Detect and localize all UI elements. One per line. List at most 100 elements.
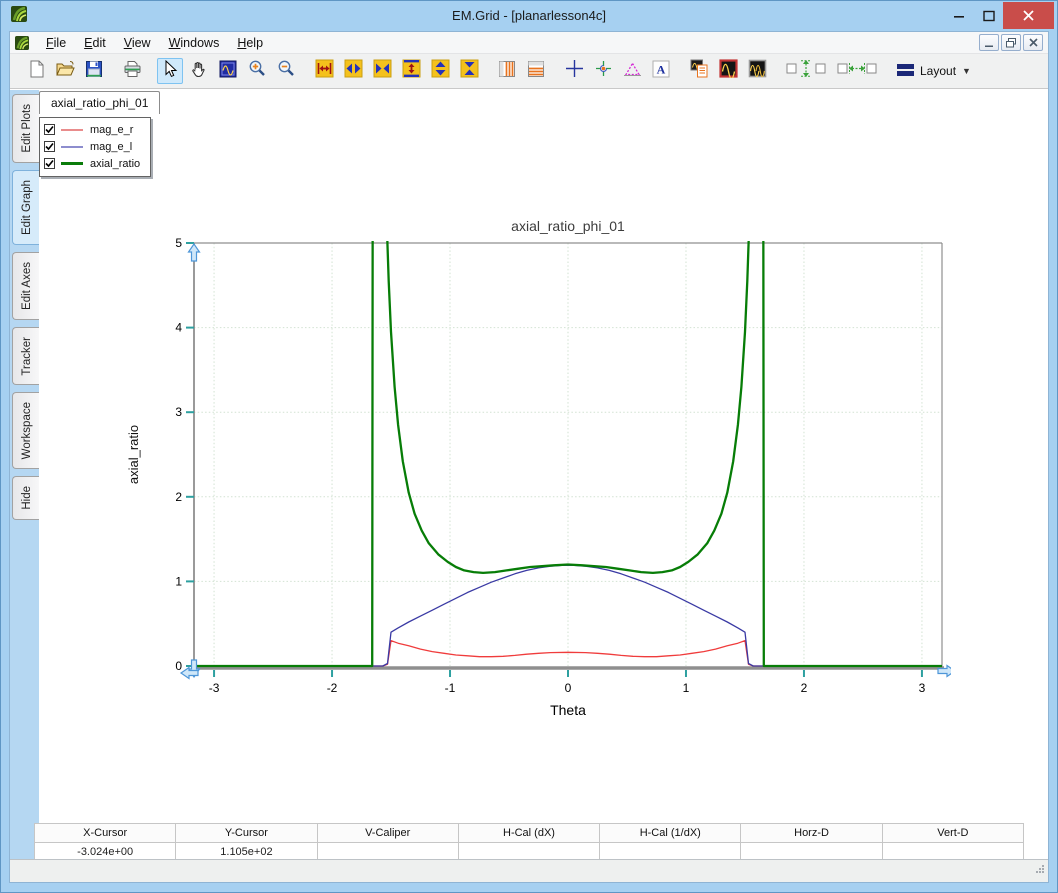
chevron-down-icon: ▼ xyxy=(962,66,971,76)
x-tick-label: -3 xyxy=(209,681,220,695)
menu-help[interactable]: Help xyxy=(228,34,272,52)
legend-label: axial_ratio xyxy=(90,158,140,170)
menu-windows[interactable]: Windows xyxy=(160,34,229,52)
status-col-v-caliper: V-Caliper xyxy=(317,824,458,843)
menu-edit[interactable]: Edit xyxy=(75,34,115,52)
y-axis-scroll-up-handle[interactable] xyxy=(189,244,200,261)
legend-checkbox-axial-ratio[interactable] xyxy=(44,158,55,169)
y-tick-label: 1 xyxy=(175,574,182,588)
open-file-button[interactable] xyxy=(52,58,78,84)
fit-plot-button[interactable] xyxy=(215,58,241,84)
tracker-point-button[interactable] xyxy=(590,58,616,84)
text-annotation-button[interactable]: A xyxy=(648,58,674,84)
x-tick-label: 3 xyxy=(919,681,926,695)
status-value-h-cal-dx- xyxy=(458,843,599,860)
toolbar: A Layout ▼ xyxy=(10,54,1048,89)
x-axis-label: Theta xyxy=(550,702,586,718)
crosshair-button[interactable] xyxy=(561,58,587,84)
chart-title: axial_ratio_phi_01 xyxy=(511,218,625,234)
client-area: FileEditViewWindowsHelp A Layout ▼ Edit … xyxy=(9,31,1049,883)
x-expand-button[interactable] xyxy=(311,58,337,84)
legend-row-axial-ratio: axial_ratio xyxy=(44,155,140,172)
h-spacing-button[interactable] xyxy=(833,58,881,84)
mdi-close-button[interactable] xyxy=(1023,34,1043,51)
x-zoom-out-button[interactable] xyxy=(340,58,366,84)
toolbar-groups: A xyxy=(23,58,893,84)
mdi-restore-button[interactable] xyxy=(1001,34,1021,51)
v-spacing-icon xyxy=(785,59,827,83)
plot-overlay-button[interactable] xyxy=(744,58,770,84)
document-tab[interactable]: axial_ratio_phi_01 xyxy=(39,91,160,114)
y-tick-label: 4 xyxy=(175,321,182,335)
x-tick-label: -2 xyxy=(327,681,338,695)
pan-tool-button[interactable] xyxy=(186,58,212,84)
save-file-button[interactable] xyxy=(81,58,107,84)
menu-file[interactable]: File xyxy=(37,34,75,52)
plot-single-icon xyxy=(719,59,738,83)
open-file-icon xyxy=(55,60,75,83)
sidebar-tab-edit-plots[interactable]: Edit Plots xyxy=(12,94,39,163)
x-expand-icon xyxy=(315,59,334,83)
row-stripes-icon xyxy=(527,60,545,83)
status-value-v-caliper xyxy=(317,843,458,860)
fit-plot-icon xyxy=(219,60,237,83)
x-tick-label: -1 xyxy=(445,681,456,695)
legend-checkbox-mag-e-l[interactable] xyxy=(44,141,55,152)
h-spacing-icon xyxy=(836,59,878,83)
plot-single-button[interactable] xyxy=(715,58,741,84)
new-file-button[interactable] xyxy=(23,58,49,84)
status-value-row: -3.024e+001.105e+02 xyxy=(35,843,1024,860)
x-tick-label: 0 xyxy=(565,681,572,695)
print-icon xyxy=(123,60,142,83)
menubar: FileEditViewWindowsHelp xyxy=(10,32,1048,54)
delta-marker-button[interactable] xyxy=(619,58,645,84)
mdi-minimize-button[interactable] xyxy=(979,34,999,51)
resize-grip[interactable] xyxy=(1035,861,1045,879)
print-button[interactable] xyxy=(119,58,145,84)
maximize-button[interactable] xyxy=(975,1,1003,30)
x-zoom-in-button[interactable] xyxy=(369,58,395,84)
select-tool-button[interactable] xyxy=(157,58,183,84)
legend-swatch xyxy=(61,129,83,131)
row-stripes-button[interactable] xyxy=(523,58,549,84)
sidebar-tab-workspace[interactable]: Workspace xyxy=(12,392,39,469)
status-header-row: X-CursorY-CursorV-CaliperH-Cal (dX)H-Cal… xyxy=(35,824,1024,843)
status-col-vert-d: Vert-D xyxy=(882,824,1023,843)
status-value-horz-d xyxy=(741,843,882,860)
sidebar-tab-edit-graph[interactable]: Edit Graph xyxy=(12,170,39,245)
y-tick-label: 2 xyxy=(175,490,182,504)
sidebar-tab-label: Workspace xyxy=(21,402,33,459)
y-zoom-out-button[interactable] xyxy=(427,58,453,84)
status-col-y-cursor: Y-Cursor xyxy=(176,824,317,843)
document-logo-icon xyxy=(15,36,29,50)
sidebar-tab-label: Tracker xyxy=(21,337,33,376)
app-window: EM.Grid - [planarlesson4c] FileEditViewW… xyxy=(0,0,1058,893)
x-tick-label: 2 xyxy=(801,681,808,695)
save-file-icon xyxy=(85,60,103,83)
y-tick-label: 5 xyxy=(175,236,182,250)
sidebar-tab-tracker[interactable]: Tracker xyxy=(12,327,39,386)
delta-marker-icon xyxy=(623,60,642,83)
column-stripes-button[interactable] xyxy=(494,58,520,84)
y-zoom-in-button[interactable] xyxy=(456,58,482,84)
zoom-in-button[interactable] xyxy=(244,58,270,84)
layout-dropdown[interactable]: Layout ▼ xyxy=(897,63,971,80)
y-expand-button[interactable] xyxy=(398,58,424,84)
statusbar xyxy=(10,859,1048,882)
layout-label: Layout xyxy=(920,64,956,78)
x-zoom-out-icon xyxy=(344,59,363,83)
minimize-button[interactable] xyxy=(945,1,973,30)
sidebar-tab-label: Hide xyxy=(21,486,33,510)
sidebar-tab-edit-axes[interactable]: Edit Axes xyxy=(12,252,39,320)
sidebar-tab-hide[interactable]: Hide xyxy=(12,476,39,520)
zoom-out-icon xyxy=(277,59,296,83)
legend-checkbox-mag-e-r[interactable] xyxy=(44,124,55,135)
y-tick-label: 3 xyxy=(175,405,182,419)
mdi-window-buttons xyxy=(979,34,1043,51)
menu-view[interactable]: View xyxy=(115,34,160,52)
plot-properties-button[interactable] xyxy=(686,58,712,84)
text-annotation-icon: A xyxy=(652,60,670,83)
close-button[interactable] xyxy=(1003,2,1054,29)
v-spacing-button[interactable] xyxy=(782,58,830,84)
zoom-out-button[interactable] xyxy=(273,58,299,84)
